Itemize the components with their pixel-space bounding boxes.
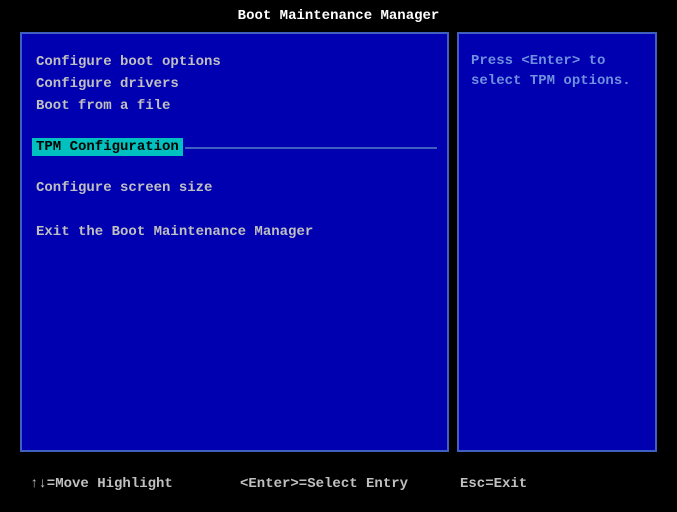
menu-item-exit[interactable]: Exit the Boot Maintenance Manager (32, 222, 437, 242)
menu-item-configure-boot[interactable]: Configure boot options (32, 52, 437, 72)
help-text-line2: select TPM options. (471, 72, 643, 92)
menu-item-boot-from-file[interactable]: Boot from a file (32, 96, 437, 116)
footer-exit-hint: Esc=Exit (460, 476, 647, 492)
help-panel: Press <Enter> to select TPM options. (457, 32, 657, 452)
footer-nav-hint: ↑↓=Move Highlight (30, 476, 240, 492)
selected-underline (185, 147, 437, 149)
help-text-line1: Press <Enter> to (471, 52, 643, 72)
menu-item-configure-drivers[interactable]: Configure drivers (32, 74, 437, 94)
main-container: Configure boot options Configure drivers… (0, 32, 677, 452)
footer-select-hint: <Enter>=Select Entry (240, 476, 460, 492)
menu-panel: Configure boot options Configure drivers… (20, 32, 449, 452)
footer-hints: ↑↓=Move Highlight <Enter>=Select Entry E… (0, 476, 677, 492)
selected-row: TPM Configuration (32, 138, 437, 158)
menu-item-tpm-configuration[interactable]: TPM Configuration (32, 138, 183, 156)
page-title: Boot Maintenance Manager (0, 0, 677, 32)
menu-item-screen-size[interactable]: Configure screen size (32, 178, 437, 198)
